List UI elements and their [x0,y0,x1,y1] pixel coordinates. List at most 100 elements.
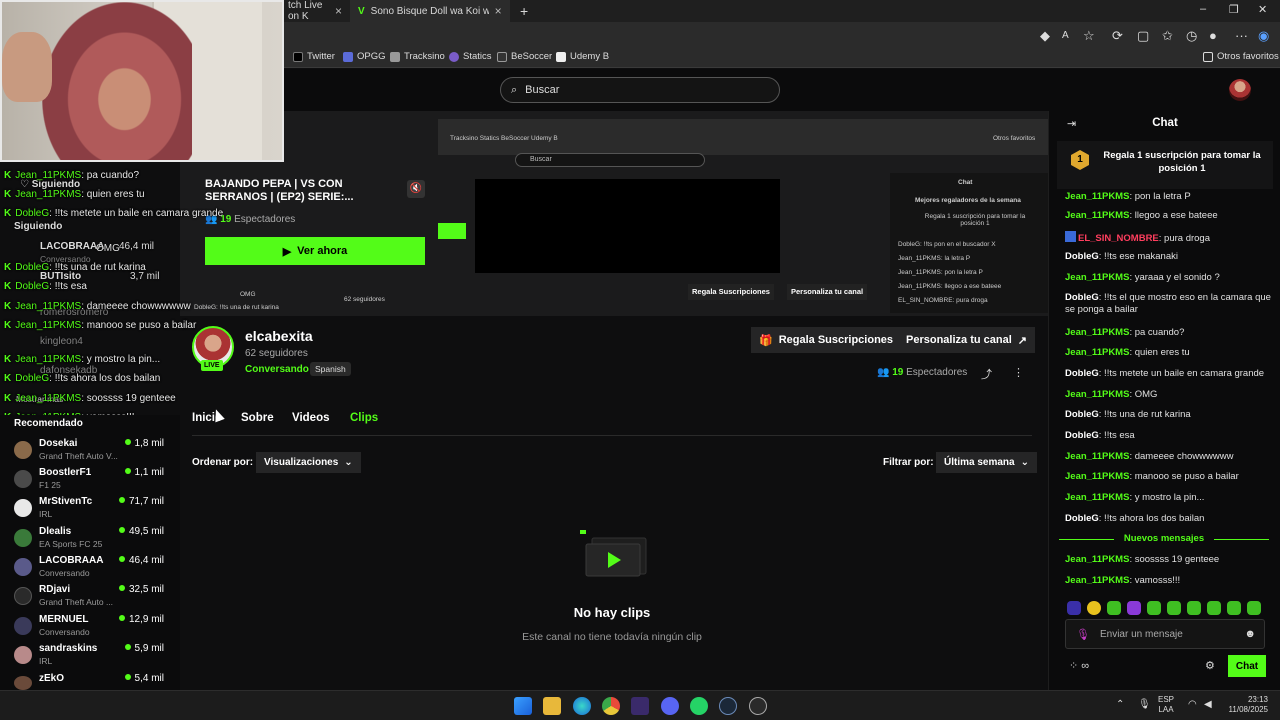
maximize-icon[interactable]: ❐ [1229,3,1239,16]
discord-icon[interactable] [661,697,679,715]
mute-icon[interactable]: 🔇 [407,180,425,198]
bookmark-opgg[interactable]: OPGG [343,51,386,62]
show-hidden-icons[interactable]: ⌃ [1116,699,1124,710]
overlay-message: K DobleG: !!ts una de rut karina [4,262,146,273]
emote-icon[interactable] [1067,601,1081,615]
wifi-icon[interactable]: ◠ [1188,699,1197,710]
bookmark-besoccer[interactable]: BeSoccer [497,51,552,62]
chat-message: DobleG: !!ts ahora los dos bailan [1065,513,1205,524]
watch-now-button[interactable]: ▶ Ver ahora [205,237,425,265]
statics-icon [449,51,459,62]
sidebar-item-rdjavi[interactable]: RDjavi Grand Theft Auto ... 32,5 mil [14,584,164,612]
emote-icon[interactable] [1147,601,1161,615]
search-input[interactable]: ⌕ Buscar [500,77,780,103]
sort-label: Ordenar por: [192,457,254,468]
settings-gear-icon[interactable]: ⚙ [1205,659,1215,672]
sidebar-item-mrstiventc[interactable]: MrStivenTc IRL 71,7 mil [14,496,164,524]
sidebar-item-lacobraaa[interactable]: LACOBRAAA Conversando 46,4 mil [14,555,164,583]
sidebar-item-boostlerf1[interactable]: BoostlerF1 F1 25 1,1 mil [14,467,164,495]
customize-channel-button[interactable]: Personaliza tu canal ↗ [898,327,1035,353]
emote-icon[interactable] [1127,601,1141,615]
microphone-tray-icon[interactable]: 🎙 [1138,699,1151,710]
profile-icon[interactable]: ● [1209,28,1217,43]
menu-dots-icon[interactable]: ··· [1235,28,1248,43]
favorite-star-icon[interactable]: ☆ [1083,28,1095,44]
extension-icon[interactable]: ◆ [1040,28,1050,44]
emoji-icon[interactable]: ☻ [1244,628,1256,640]
bookmark-tracksino[interactable]: Tracksino [390,51,445,62]
udemy-icon [556,51,566,62]
report-icon[interactable]: ⋮ [1013,366,1024,379]
steam-icon[interactable] [719,697,737,715]
sort-dropdown[interactable]: Visualizaciones ⌄ [256,452,361,473]
windows-start-icon[interactable] [514,697,532,715]
emote-icon[interactable] [1087,601,1101,615]
emote-icon[interactable] [1227,601,1241,615]
avatar [14,529,32,547]
bookmark-twitter[interactable]: Twitter [293,51,335,62]
close-tab-icon[interactable]: × [495,4,502,18]
sidebar-item-dlealis[interactable]: Dlealis EA Sports FC 25 49,5 mil [14,526,164,554]
bookmark-udemy[interactable]: Udemy B [556,51,609,62]
other-favorites[interactable]: Otros favoritos [1203,51,1279,62]
file-explorer-icon[interactable] [543,697,561,715]
visual-studio-icon[interactable] [631,697,649,715]
tab-title: Sono Bisque Doll wa Koi wo Suru [370,5,489,17]
gift-leaderboard-banner[interactable]: 1 Regala 1 suscripción para tomar la pos… [1057,141,1273,189]
favorites-icon[interactable]: ✩ [1162,28,1173,44]
split-screen-icon[interactable]: ▢ [1137,28,1149,44]
refresh-icon[interactable]: ⟳ [1112,28,1123,44]
chat-message: Jean_11PKMS: quien eres tu [1065,347,1190,358]
sidebar-item-dosekai[interactable]: Dosekai Grand Theft Auto V... 1,8 mil [14,438,164,466]
chat-message: Jean_11PKMS: vamosss!!! [1065,575,1181,586]
tab-videos[interactable]: Videos [292,412,330,424]
share-icon[interactable]: ⤴ [981,366,992,382]
chrome-icon[interactable] [602,697,620,715]
sidebar-item-zeko[interactable]: zEkO 5,4 mil [14,673,164,690]
video-player[interactable]: Tracksino Statics BeSoccer Udemy B Otros… [180,111,1048,316]
close-window-icon[interactable]: ✕ [1258,3,1267,16]
sidebar-item-sandraskins[interactable]: sandraskins IRL 5,9 mil [14,643,164,671]
channel-name[interactable]: elcabexita [245,328,313,344]
emote-icon[interactable] [1247,601,1261,615]
channel-category[interactable]: Conversando [245,364,309,375]
volume-icon[interactable]: ◀ [1204,699,1212,710]
emote-icon[interactable] [1167,601,1181,615]
bookmark-statics[interactable]: Statics [449,51,492,62]
emote-icon[interactable] [1107,601,1121,615]
emote-icon[interactable] [1207,601,1221,615]
chat-tools-icon[interactable]: ⁘ ∞ [1069,659,1089,672]
history-icon[interactable]: ◷ [1186,28,1197,44]
filter-dropdown[interactable]: Última semana ⌄ [936,452,1037,473]
avatar [14,676,32,690]
close-tab-icon[interactable]: × [335,4,342,18]
read-aloud-icon[interactable]: A [1062,30,1069,41]
overlay-message: K Jean_11PKMS: dameeee chowwwwww [4,301,191,312]
language-tag[interactable]: Spanish [310,362,351,376]
browser-tab-active[interactable]: V Sono Bisque Doll wa Koi wo Suru × [350,0,510,22]
chevron-down-icon: ⌄ [1020,457,1029,468]
tab-sobre[interactable]: Sobre [241,412,274,424]
minimize-icon[interactable]: – [1200,3,1206,15]
copilot-icon[interactable]: ◉ [1258,28,1269,44]
chat-message: Jean_11PKMS: soossss 19 genteee [1065,554,1220,565]
new-tab-button[interactable]: + [512,0,532,22]
browser-tab[interactable]: tch Live on K × [280,0,350,22]
sidebar-recommended: Recomendado Dosekai Grand Theft Auto V...… [0,415,180,690]
send-chat-button[interactable]: Chat [1228,655,1266,677]
external-link-icon: ↗ [1017,334,1027,347]
tab-clips[interactable]: Clips [350,412,378,424]
whatsapp-icon[interactable] [690,697,708,715]
keyboard-language[interactable]: ESP LAA [1158,695,1174,715]
chat-message: Jean_11PKMS: llegoo a ese bateee [1065,210,1218,221]
gift-subscriptions-button[interactable]: 🎁 Regala Suscripciones [751,327,902,353]
offline-banner: BAJANDO PEPA | VS CON SERRANOS | (EP2) S… [190,166,438,266]
microphone-icon[interactable]: 🎙 [1076,628,1090,641]
emote-icon[interactable] [1187,601,1201,615]
chat-message-input[interactable]: 🎙 Enviar un mensaje ☻ [1065,619,1265,649]
edge-icon[interactable] [573,697,591,715]
app-icon[interactable] [749,697,767,715]
clock[interactable]: 23:13 11/08/2025 [1226,695,1268,715]
user-avatar[interactable] [1229,79,1251,101]
sidebar-item-mernuel[interactable]: MERNUEL Conversando 12,9 mil [14,614,164,642]
